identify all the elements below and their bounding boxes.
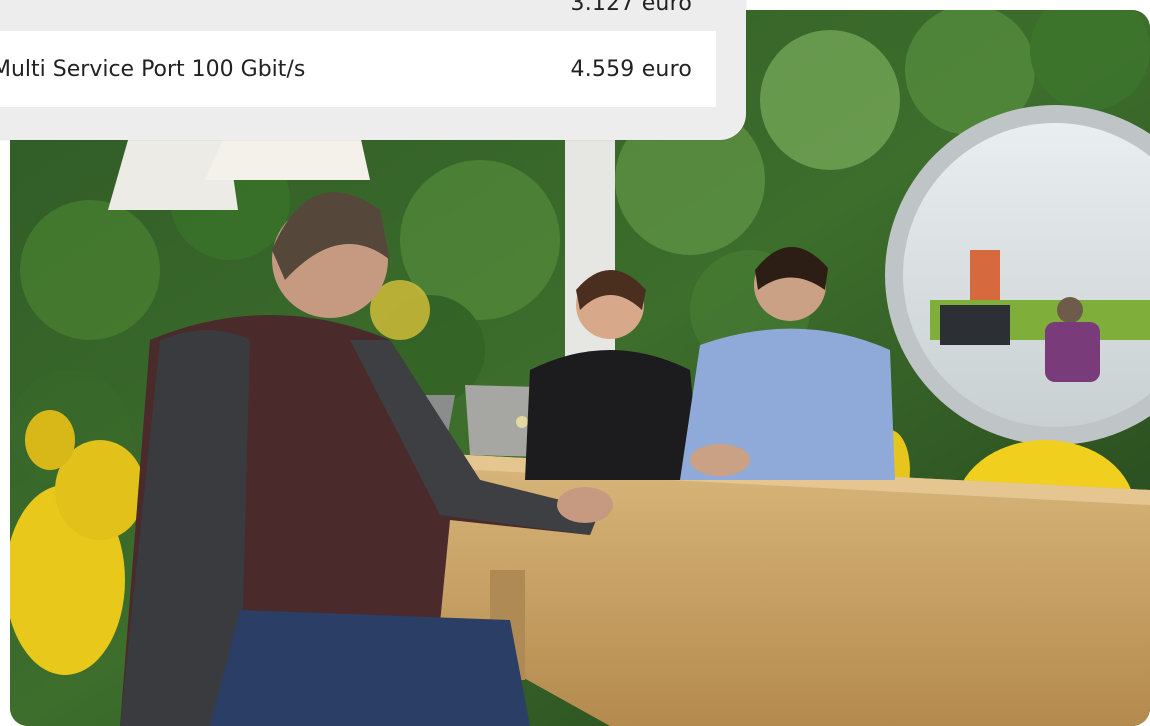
price-row-value: 4.559 euro bbox=[570, 56, 692, 82]
pillar bbox=[565, 130, 615, 380]
price-card: 3.127 euro Multi Service Port 100 Gbit/s… bbox=[0, 0, 746, 140]
price-row: Multi Service Port 100 Gbit/s 4.559 euro bbox=[0, 31, 716, 107]
person-woman bbox=[525, 350, 700, 480]
price-row-value: 3.127 euro bbox=[570, 0, 692, 16]
price-row-label: Multi Service Port 100 Gbit/s bbox=[0, 56, 306, 82]
